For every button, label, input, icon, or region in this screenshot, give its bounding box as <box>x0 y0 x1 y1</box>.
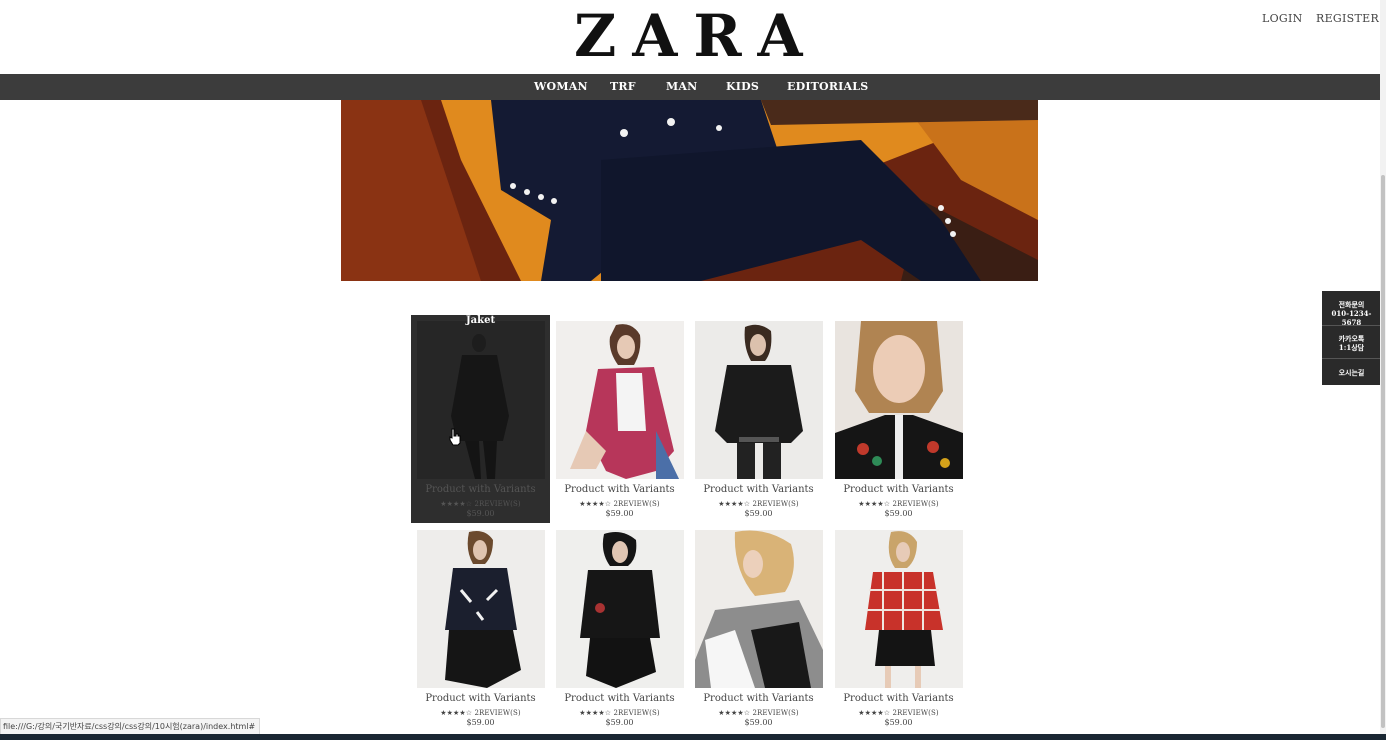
side-item-directions[interactable]: 오시는길 <box>1322 368 1381 377</box>
product-rating: ★★★★☆ 2REVIEW(S) <box>718 709 799 717</box>
browser-status-bar: file:///G:/강의/국기반자료/css강의/css강의/10시험(zar… <box>0 718 261 735</box>
product-name[interactable]: Product with Variants <box>689 484 828 495</box>
side-divider <box>1322 358 1381 359</box>
product-price: $59.00 <box>744 509 773 518</box>
leather-biker-jacket-image <box>556 530 684 688</box>
product-card[interactable]: Product with Variants ★★★★☆ 2REVIEW(S) $… <box>689 315 828 523</box>
red-check-jacket-image <box>835 530 963 688</box>
product-price: $59.00 <box>605 718 634 727</box>
product-name[interactable]: Product with Variants <box>550 484 689 495</box>
product-name[interactable]: Product with Variants <box>550 693 689 704</box>
product-name[interactable]: Product with Variants <box>411 484 550 495</box>
page-scrollbar[interactable] <box>1380 0 1386 734</box>
side-divider <box>1322 325 1381 326</box>
product-price: $59.00 <box>744 718 773 727</box>
product-price: $59.00 <box>466 718 495 727</box>
leather-fringe-jacket-image <box>695 321 823 479</box>
product-price: $59.00 <box>884 718 913 727</box>
window-bottom-edge <box>0 734 1386 740</box>
product-name[interactable]: Product with Variants <box>411 693 550 704</box>
product-rating: ★★★★☆ 2REVIEW(S) <box>718 500 799 508</box>
side-item-phone-label: 전화문의 <box>1338 300 1365 309</box>
product-card[interactable]: Product with Variants ★★★★☆ 2REVIEW(S) $… <box>829 315 968 523</box>
product-image[interactable] <box>556 321 684 479</box>
product-price: $59.00 <box>605 509 634 518</box>
site-header: ZARA LOGIN REGISTER <box>0 0 1386 74</box>
tweed-jacket-image <box>556 321 684 479</box>
nav-item-kids[interactable]: KIDS <box>726 74 759 100</box>
product-price: $59.00 <box>884 509 913 518</box>
side-quick-menu: 전화문의 010-1234-5678 카카오톡 1:1상담 오시는길 <box>1322 291 1381 385</box>
side-item-phone[interactable]: 전화문의 010-1234-5678 <box>1322 300 1381 327</box>
product-image[interactable] <box>695 321 823 479</box>
product-image[interactable] <box>835 321 963 479</box>
embroidered-bomber-image <box>835 321 963 479</box>
hand-cursor-icon <box>449 428 461 446</box>
product-image[interactable] <box>417 530 545 688</box>
nav-item-trf[interactable]: TRF <box>610 74 636 100</box>
product-image[interactable] <box>695 530 823 688</box>
product-name[interactable]: Product with Variants <box>829 693 968 704</box>
product-image[interactable] <box>835 530 963 688</box>
jacket-dark-floral-image <box>451 334 509 479</box>
main-nav: WOMAN TRF MAN KIDS EDITORIALS <box>0 74 1386 100</box>
product-name[interactable]: Product with Variants <box>689 693 828 704</box>
product-rating: ★★★★☆ 2REVIEW(S) <box>858 709 939 717</box>
product-rating: ★★★★☆ 2REVIEW(S) <box>440 500 521 508</box>
hero-banner <box>341 100 1038 281</box>
nav-item-man[interactable]: MAN <box>666 74 697 100</box>
register-link[interactable]: REGISTER <box>1316 12 1379 25</box>
product-image[interactable] <box>556 530 684 688</box>
product-rating: ★★★★☆ 2REVIEW(S) <box>440 709 521 717</box>
product-hover-title: Jaket <box>465 315 496 326</box>
product-card[interactable]: Product with Variants ★★★★☆ 2REVIEW(S) $… <box>689 524 828 732</box>
hero-banner-photo <box>341 100 1038 281</box>
gingham-jacket-image <box>695 530 823 688</box>
product-card[interactable]: Product with Variants ★★★★☆ 2REVIEW(S) $… <box>411 524 550 732</box>
nav-item-woman[interactable]: WOMAN <box>534 74 588 100</box>
product-name[interactable]: Product with Variants <box>829 484 968 495</box>
product-rating: ★★★★☆ 2REVIEW(S) <box>579 709 660 717</box>
product-card[interactable]: Product with Variants ★★★★☆ 2REVIEW(S) $… <box>550 315 689 523</box>
product-rating: ★★★★☆ 2REVIEW(S) <box>579 500 660 508</box>
printed-bomber-image <box>417 530 545 688</box>
side-item-kakaotalk[interactable]: 카카오톡 1:1상담 <box>1322 334 1381 352</box>
product-card[interactable]: Product with Variants ★★★★☆ 2REVIEW(S) $… <box>550 524 689 732</box>
side-item-kakao-label: 카카오톡 <box>1338 334 1365 343</box>
product-card[interactable]: Jaket Product with Variants ★★★★☆ 2REVIE… <box>411 315 550 523</box>
product-rating: ★★★★☆ 2REVIEW(S) <box>858 500 939 508</box>
zara-logo[interactable]: ZARA <box>574 4 803 68</box>
product-image[interactable] <box>417 321 545 479</box>
product-card[interactable]: Product with Variants ★★★★☆ 2REVIEW(S) $… <box>829 524 968 732</box>
product-price: $59.00 <box>466 509 495 518</box>
nav-item-editorials[interactable]: EDITORIALS <box>787 74 868 100</box>
side-item-kakao-sub: 1:1상담 <box>1338 343 1365 352</box>
scrollbar-thumb[interactable] <box>1381 175 1385 728</box>
login-link[interactable]: LOGIN <box>1262 12 1303 25</box>
